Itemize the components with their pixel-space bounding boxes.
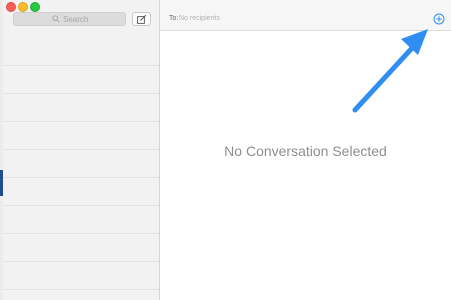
arrow-head — [401, 29, 428, 55]
annotation-arrow — [352, 29, 428, 113]
arrow-shaft — [352, 44, 416, 113]
